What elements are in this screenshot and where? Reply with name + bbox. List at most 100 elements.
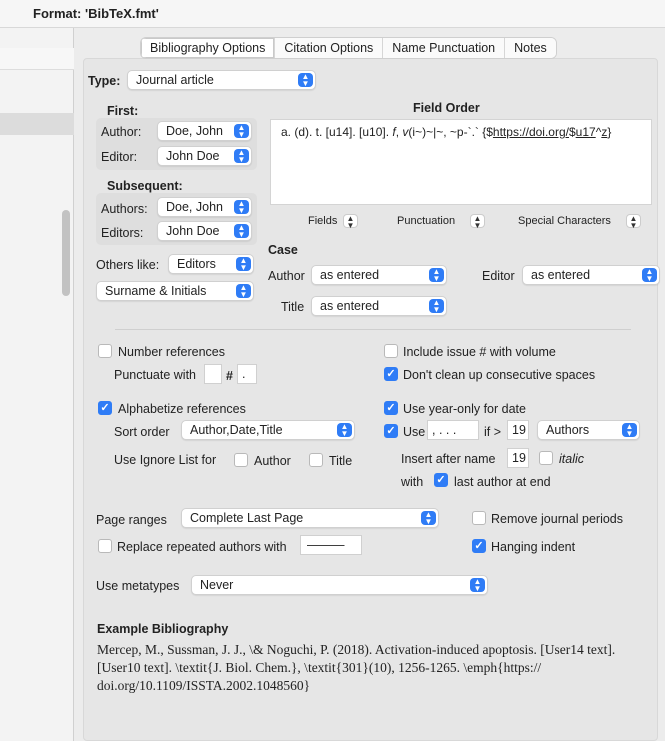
case-title-label: Title [281, 300, 305, 314]
special-characters-menu[interactable]: Special Characters ▲ ▼ [510, 212, 643, 232]
sidebar-scrollbar[interactable] [62, 210, 70, 296]
chevron-updown-icon: ▲ ▼ [343, 214, 358, 230]
sort-order-label: Sort order [114, 425, 170, 439]
include-issue-label: Include issue # with volume [403, 345, 556, 359]
year-only-label: Use year-only for date [403, 402, 526, 416]
fo-text: $ [568, 125, 576, 139]
ignore-title-checkbox[interactable] [309, 453, 323, 467]
subsequent-editors-label: Editors: [101, 226, 144, 240]
case-title-select[interactable]: as entered ▲ ▼ [311, 296, 447, 316]
include-issue-checkbox[interactable] [384, 344, 398, 358]
case-author-select[interactable]: as entered ▲ ▼ [311, 265, 447, 285]
chevron-updown-icon: ▲ ▼ [234, 149, 249, 164]
remove-periods-checkbox[interactable] [472, 511, 486, 525]
remove-periods-label: Remove journal periods [491, 512, 624, 526]
metatypes-label: Use metatypes [96, 579, 180, 593]
type-select[interactable]: Journal article ▲ ▼ [127, 70, 316, 90]
number-references-checkbox[interactable] [98, 344, 112, 358]
tab-bar: Bibliography Options Citation Options Na… [140, 37, 557, 59]
last-author-label: last author at end [454, 475, 551, 489]
sidebar [0, 28, 74, 741]
insert-after-label: Insert after name [401, 452, 496, 466]
others-like-label: Others like: [96, 258, 160, 272]
tab-name-punctuation[interactable]: Name Punctuation [383, 38, 506, 58]
field-order-editor[interactable]: a. (d). t. [u14]. [u10]. f, v(i~)~|~, ~p… [270, 119, 652, 205]
subsequent-authors-select[interactable]: Doe, John ▲ ▼ [157, 197, 252, 217]
value: Doe, John [166, 124, 223, 138]
value: Punctuation [397, 215, 456, 227]
punctuate-before-field[interactable] [204, 364, 222, 384]
chevron-updown-icon: ▲ ▼ [234, 200, 249, 215]
alphabetize-label: Alphabetize references [118, 402, 246, 416]
chevron-updown-icon: ▲ ▼ [298, 73, 313, 88]
fields-menu[interactable]: Fields ▲ ▼ [300, 212, 360, 232]
etal-text-field[interactable]: , . . . [427, 420, 479, 440]
punctuate-after-field[interactable]: . [237, 364, 257, 384]
case-heading: Case [268, 243, 298, 257]
chevron-updown-icon: ▲ ▼ [470, 578, 485, 593]
first-author-select[interactable]: Doe, John ▲ ▼ [157, 121, 252, 141]
chevron-updown-icon: ▲ ▼ [421, 511, 436, 526]
fo-text: a. (d). t. [u14]. [u10]. [281, 125, 393, 139]
chevron-updown-icon: ▲ ▼ [236, 257, 251, 272]
chevron-updown-icon: ▲ ▼ [429, 299, 444, 314]
insert-after-field[interactable]: 19 [507, 448, 529, 468]
tab-notes[interactable]: Notes [505, 38, 556, 58]
etal-threshold-field[interactable]: 19 [507, 420, 529, 440]
chevron-updown-icon: ▲ ▼ [470, 214, 485, 230]
name-format-select[interactable]: Surname & Initials ▲ ▼ [96, 281, 254, 301]
ignore-author-label: Author [254, 454, 291, 468]
value: Surname & Initials [105, 284, 207, 298]
metatypes-select[interactable]: Never ▲ ▼ [191, 575, 488, 595]
use-etal-checkbox[interactable]: ✓ [384, 424, 398, 438]
window-title: Format: 'BibTeX.fmt' [33, 6, 159, 21]
dont-clean-checkbox[interactable]: ✓ [384, 367, 398, 381]
fo-text: (i~)~|~, ~p-`.` {$ [408, 125, 493, 139]
with-label: with [401, 475, 424, 489]
tab-bibliography-options[interactable]: Bibliography Options [141, 38, 276, 58]
chevron-updown-icon: ▲ ▼ [337, 423, 352, 438]
value: Doe, John [166, 200, 223, 214]
value: Complete Last Page [190, 511, 304, 525]
year-only-checkbox[interactable]: ✓ [384, 401, 398, 415]
chevron-updown-icon: ▲ ▼ [234, 124, 249, 139]
subsequent-heading: Subsequent: [107, 179, 183, 193]
last-author-checkbox[interactable]: ✓ [434, 473, 448, 487]
value: John Doe [166, 224, 220, 238]
use-etal-label: Use [403, 425, 426, 439]
case-editor-select[interactable]: as entered ▲ ▼ [522, 265, 660, 285]
case-editor-label: Editor [482, 269, 515, 283]
alphabetize-checkbox[interactable]: ✓ [98, 401, 112, 415]
type-value: Journal article [136, 73, 214, 87]
italic-checkbox[interactable] [539, 451, 553, 465]
first-editor-select[interactable]: John Doe ▲ ▼ [157, 146, 252, 166]
dont-clean-label: Don't clean up consecutive spaces [403, 368, 596, 382]
value: Author,Date,Title [190, 423, 283, 437]
ignore-list-label: Use Ignore List for [114, 453, 217, 467]
etal-who-select[interactable]: Authors ▲ ▼ [537, 420, 640, 440]
value: as entered [320, 299, 380, 313]
chevron-updown-icon: ▲ ▼ [622, 423, 637, 438]
page-ranges-label: Page ranges [96, 513, 167, 527]
others-like-select[interactable]: Editors ▲ ▼ [168, 254, 254, 274]
fo-u17: u17 [575, 125, 596, 139]
value: Special Characters [518, 215, 611, 227]
hanging-indent-checkbox[interactable]: ✓ [472, 539, 486, 553]
tab-citation-options[interactable]: Citation Options [275, 38, 384, 58]
first-author-label: Author: [101, 125, 142, 139]
value: John Doe [166, 149, 220, 163]
chevron-updown-icon: ▲ ▼ [626, 214, 641, 230]
subsequent-editors-select[interactable]: John Doe ▲ ▼ [157, 221, 252, 241]
page-ranges-select[interactable]: Complete Last Page ▲ ▼ [181, 508, 439, 528]
example-heading: Example Bibliography [97, 622, 229, 636]
fo-url: https://doi.org/ [492, 125, 569, 139]
value: Fields [308, 215, 338, 227]
punctuation-menu[interactable]: Punctuation ▲ ▼ [389, 212, 487, 232]
value: Authors [546, 423, 590, 437]
ignore-author-checkbox[interactable] [234, 453, 248, 467]
hash-label: # [226, 369, 233, 383]
sidebar-selected-row[interactable] [0, 113, 74, 135]
replace-authors-checkbox[interactable] [98, 539, 112, 553]
replace-authors-field[interactable]: ——— [300, 535, 362, 555]
sort-order-select[interactable]: Author,Date,Title ▲ ▼ [181, 420, 355, 440]
